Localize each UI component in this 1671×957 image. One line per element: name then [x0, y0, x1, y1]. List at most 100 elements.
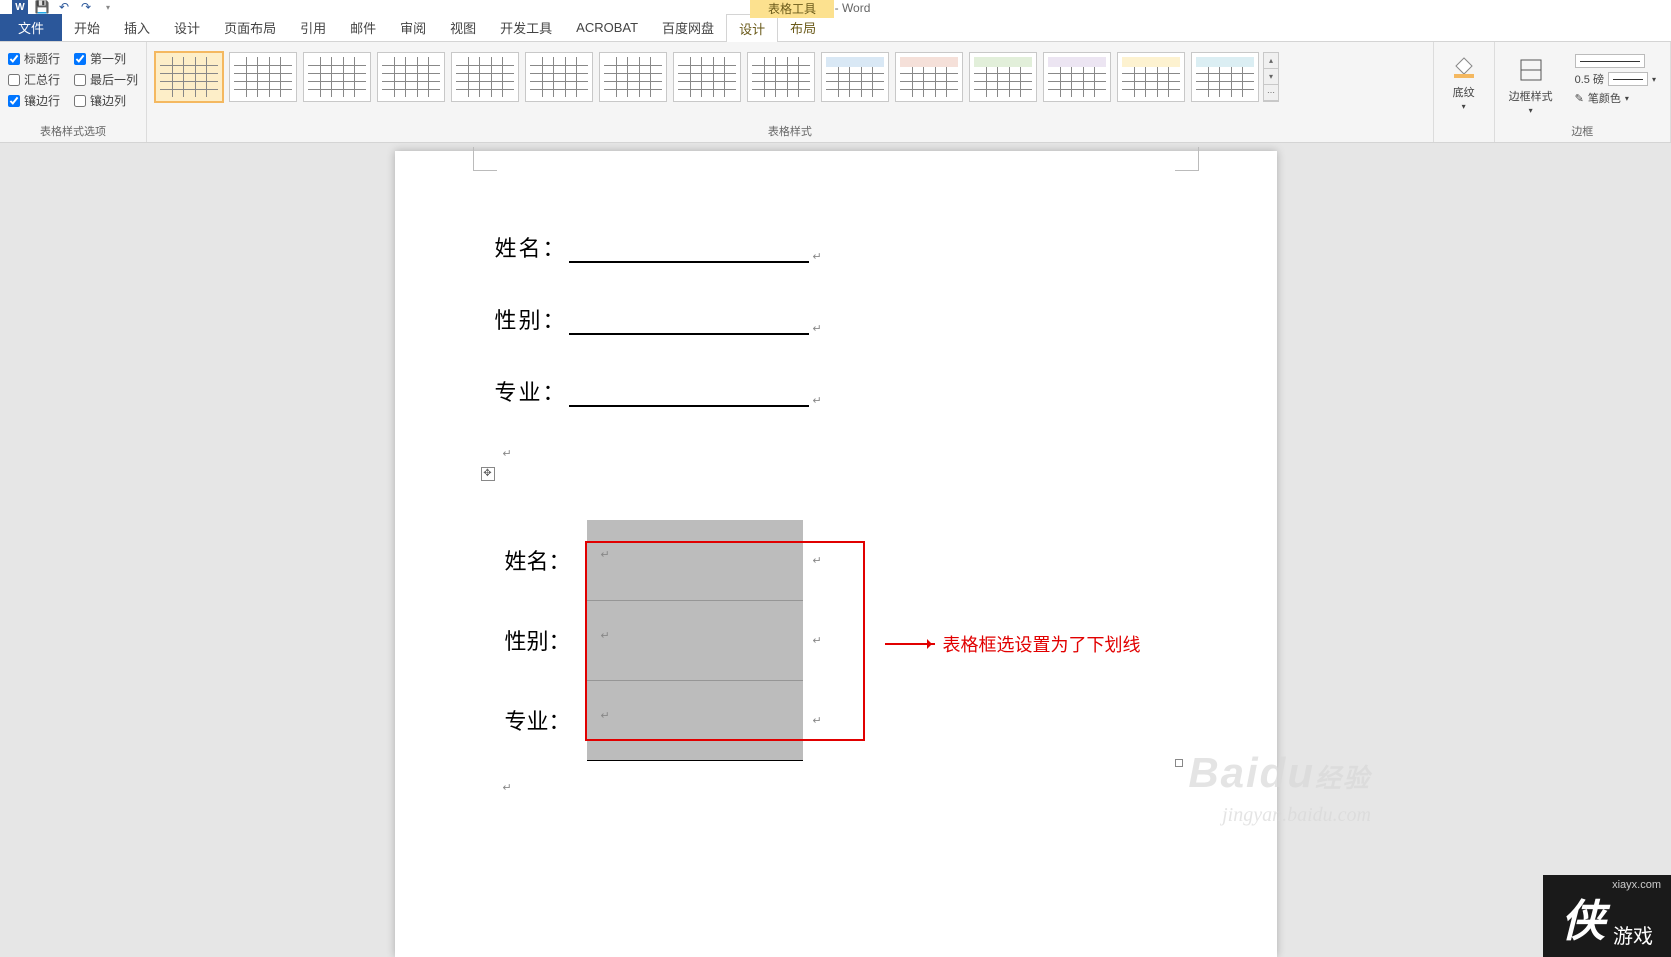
arrow-icon [885, 643, 935, 645]
save-icon[interactable]: 💾 [34, 0, 50, 15]
para-mark: ↵ [813, 394, 822, 407]
check-header-row[interactable]: 标题行 [8, 50, 60, 67]
table-style-thumb[interactable] [525, 52, 593, 102]
document-area[interactable]: 姓名： ↵ 性别： ↵ 专业： ↵ ↵ ✥ 姓名： ↵ ↵ [0, 143, 1671, 957]
watermark-xiayx: xiayx.com 侠 游戏 [1543, 875, 1671, 957]
label-banded-cols: 镶边列 [90, 92, 126, 109]
cell-label-name[interactable]: 姓名： [495, 520, 587, 600]
underline-major[interactable] [569, 385, 809, 407]
group-label-borders: 边框 [1503, 123, 1662, 142]
redo-icon[interactable]: ↷ [78, 0, 94, 15]
check-last-col[interactable]: 最后一列 [74, 71, 138, 88]
table-move-handle[interactable]: ✥ [481, 467, 495, 481]
table-style-thumb[interactable] [1191, 52, 1259, 102]
table-style-thumb[interactable] [377, 52, 445, 102]
tab-references[interactable]: 引用 [288, 14, 338, 41]
label-gender: 性别： [495, 303, 567, 335]
label-major: 专业： [495, 375, 567, 407]
table-style-thumb[interactable] [229, 52, 297, 102]
table-style-thumb[interactable] [1043, 52, 1111, 102]
margin-marker-top-left [473, 147, 497, 171]
check-first-col[interactable]: 第一列 [74, 50, 138, 67]
annotation-callout: 表格框选设置为了下划线 [885, 631, 1141, 657]
label-last-col: 最后一列 [90, 71, 138, 88]
tab-page-layout[interactable]: 页面布局 [212, 14, 288, 41]
qat-dropdown-icon[interactable]: ▾ [100, 0, 116, 15]
underline-name[interactable] [569, 241, 809, 263]
label-first-col: 第一列 [90, 50, 126, 67]
table-style-thumb[interactable] [303, 52, 371, 102]
tab-table-layout[interactable]: 布局 [778, 14, 828, 41]
group-label-table-styles: 表格样式 [155, 123, 1425, 142]
line-style-selector[interactable] [1575, 54, 1645, 68]
word-app-icon: W [12, 0, 28, 15]
border-style-icon [1515, 54, 1547, 86]
check-total-row[interactable]: 汇总行 [8, 71, 60, 88]
table-style-thumb[interactable] [673, 52, 741, 102]
tab-home[interactable]: 开始 [62, 14, 112, 41]
gallery-scroll[interactable]: ▴ ▾ ⋯ [1263, 52, 1279, 102]
check-banded-rows[interactable]: 镶边行 [8, 92, 60, 109]
tab-review[interactable]: 审阅 [388, 14, 438, 41]
shading-button[interactable]: 底纹 ▾ [1442, 46, 1486, 115]
group-table-styles: ▴ ▾ ⋯ 表格样式 [147, 42, 1434, 142]
tab-acrobat[interactable]: ACROBAT [564, 14, 650, 41]
para-mark: ↵ [503, 447, 1177, 460]
para-mark: ↵ [813, 250, 822, 263]
watermark-game: 游戏 [1613, 920, 1653, 949]
label-banded-rows: 镶边行 [24, 92, 60, 109]
label-header-row: 标题行 [24, 50, 60, 67]
tab-developer[interactable]: 开发工具 [488, 14, 564, 41]
table-styles-gallery [155, 52, 1259, 102]
pen-icon: ✎ [1575, 92, 1584, 105]
watermark-xia-char: 侠 [1561, 885, 1605, 949]
tab-design[interactable]: 设计 [162, 14, 212, 41]
line-weight-value: 0.5 磅 [1575, 71, 1604, 87]
line-weight-selector[interactable]: 0.5 磅 ▾ [1575, 71, 1656, 87]
undo-icon[interactable]: ↶ [56, 0, 72, 15]
upper-fields: 姓名： ↵ 性别： ↵ 专业： ↵ [495, 231, 1177, 407]
tab-mailings[interactable]: 邮件 [338, 14, 388, 41]
table-style-thumb[interactable] [969, 52, 1037, 102]
group-borders: 边框样式 ▾ 0.5 磅 ▾ ✎ 笔颜色 ▾ 边框 [1494, 42, 1671, 142]
table-style-thumb[interactable] [1117, 52, 1185, 102]
para-mark: ↵ [503, 781, 1177, 794]
gallery-down-icon[interactable]: ▾ [1264, 69, 1278, 85]
cell-label-major[interactable]: 专业： [495, 680, 587, 760]
underline-gender[interactable] [569, 313, 809, 335]
paint-bucket-icon [1448, 50, 1480, 82]
table-style-thumb[interactable] [747, 52, 815, 102]
gallery-up-icon[interactable]: ▴ [1264, 53, 1278, 69]
label-total-row: 汇总行 [24, 71, 60, 88]
field-name: 姓名： ↵ [495, 231, 1177, 263]
tab-view[interactable]: 视图 [438, 14, 488, 41]
table-style-thumb[interactable] [821, 52, 889, 102]
pen-color-label: 笔颜色 [1588, 90, 1621, 106]
tab-file[interactable]: 文件 [0, 14, 62, 41]
page: 姓名： ↵ 性别： ↵ 专业： ↵ ↵ ✥ 姓名： ↵ ↵ [395, 151, 1277, 957]
shading-label: 底纹 [1453, 84, 1475, 100]
table-style-thumb[interactable] [155, 52, 223, 102]
tab-insert[interactable]: 插入 [112, 14, 162, 41]
ribbon-tabs: 文件 开始 插入 设计 页面布局 引用 邮件 审阅 视图 开发工具 ACROBA… [0, 14, 1671, 42]
tab-table-design[interactable]: 设计 [726, 14, 778, 42]
border-styles-button[interactable]: 边框样式 ▾ [1503, 50, 1559, 119]
field-major: 专业： ↵ [495, 375, 1177, 407]
dropdown-icon: ▾ [1529, 106, 1533, 115]
table-style-thumb[interactable] [895, 52, 963, 102]
table-style-thumb[interactable] [599, 52, 667, 102]
gallery-more-icon[interactable]: ⋯ [1264, 85, 1278, 101]
tab-baidu-netdisk[interactable]: 百度网盘 [650, 14, 726, 41]
annotation-box [585, 541, 865, 741]
watermark-xiayx-url: xiayx.com [1612, 879, 1661, 891]
field-gender: 性别： ↵ [495, 303, 1177, 335]
group-shading: 底纹 ▾ [1434, 42, 1494, 142]
margin-marker-top-right [1175, 147, 1199, 171]
para-mark: ↵ [813, 322, 822, 335]
pen-color-selector[interactable]: ✎ 笔颜色 ▾ [1575, 90, 1656, 106]
cell-label-gender[interactable]: 性别： [495, 600, 587, 680]
label-name: 姓名： [495, 231, 567, 263]
table-style-thumb[interactable] [451, 52, 519, 102]
check-banded-cols[interactable]: 镶边列 [74, 92, 138, 109]
table-resize-handle[interactable] [1175, 759, 1183, 767]
